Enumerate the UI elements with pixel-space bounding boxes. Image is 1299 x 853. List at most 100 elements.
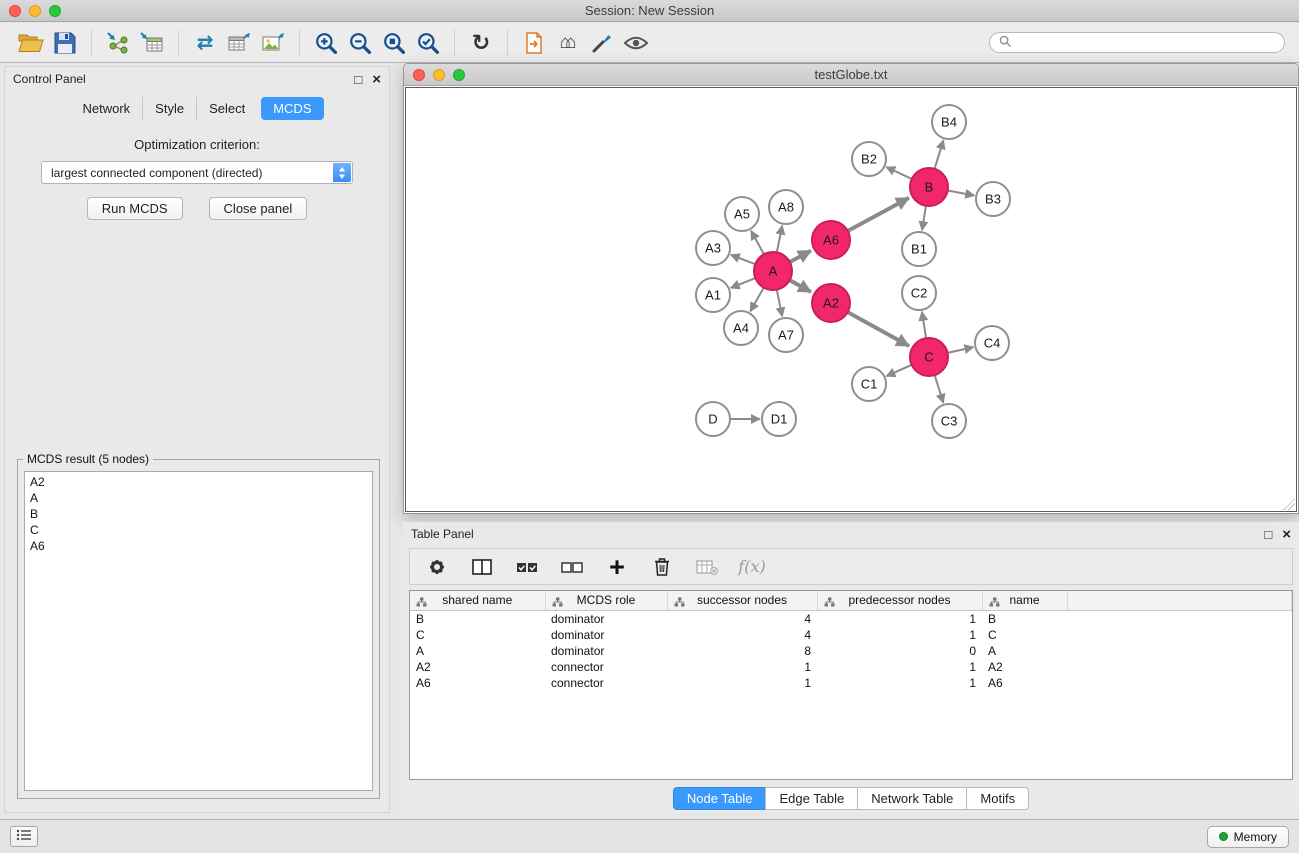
network-edge-A-A6[interactable] [790,251,811,262]
zoom-selected-icon[interactable] [411,27,445,59]
export-table-icon[interactable] [222,27,256,59]
table-row[interactable]: A2connector11A2 [410,659,1292,675]
zoom-window-button[interactable] [49,5,61,17]
network-node-B2[interactable]: B2 [852,142,886,176]
gear-icon[interactable] [424,554,450,580]
network-edge-B-B4[interactable] [935,140,944,169]
tab-edge-table[interactable]: Edge Table [765,787,858,810]
network-node-B4[interactable]: B4 [932,105,966,139]
table-cell[interactable]: B [410,610,545,627]
network-window-titlebar[interactable]: testGlobe.txt [404,64,1298,86]
refresh-icon[interactable]: ↻ [464,27,498,59]
mcds-result-item[interactable]: C [25,522,372,538]
network-edge-C-C3[interactable] [935,375,944,403]
tab-style[interactable]: Style [142,97,196,120]
table-cell[interactable]: 0 [817,643,982,659]
network-edge-C-C4[interactable] [948,347,974,353]
table-cell[interactable]: 1 [817,610,982,627]
table-cell[interactable]: 4 [667,627,817,643]
close-panel-button[interactable]: Close panel [209,197,308,220]
show-columns-icon[interactable] [469,554,495,580]
network-close-button[interactable] [413,69,425,81]
column-header-successor-nodes[interactable]: successor nodes [667,591,817,610]
network-node-A2[interactable]: A2 [812,284,850,322]
memory-button[interactable]: Memory [1207,826,1289,848]
run-mcds-button[interactable]: Run MCDS [87,197,183,220]
node-table-container[interactable]: shared name MCDS role [409,590,1293,780]
network-edge-B-B3[interactable] [948,191,975,196]
network-node-B3[interactable]: B3 [976,182,1010,216]
mcds-result-list[interactable]: A2ABCA6 [24,471,373,791]
table-row[interactable]: Cdominator41C [410,627,1292,643]
network-edge-B-B1[interactable] [922,206,926,230]
table-row[interactable]: A6connector11A6 [410,675,1292,691]
table-cell[interactable]: A6 [982,675,1067,691]
optimization-criterion-select[interactable]: largest connected component (directed) [41,161,353,184]
table-cell[interactable]: A [982,643,1067,659]
network-edge-A-A1[interactable] [731,278,756,288]
network-edge-A-A8[interactable] [777,226,782,253]
network-edge-A2-C[interactable] [848,312,909,346]
table-cell[interactable]: A [410,643,545,659]
trash-icon[interactable] [649,554,675,580]
network-node-A6[interactable]: A6 [812,221,850,259]
delete-column-icon[interactable] [694,554,720,580]
tab-motifs[interactable]: Motifs [966,787,1029,810]
search-field[interactable] [989,32,1285,53]
network-node-C1[interactable]: C1 [852,367,886,401]
network-edge-C-C1[interactable] [886,365,911,376]
table-cell[interactable]: connector [545,659,667,675]
open-session-icon[interactable] [14,27,48,59]
table-cell[interactable]: A6 [410,675,545,691]
table-cell[interactable]: 1 [817,659,982,675]
network-node-D1[interactable]: D1 [762,402,796,436]
search-input[interactable] [1017,35,1275,51]
network-edge-B-B2[interactable] [886,167,912,179]
table-cell[interactable]: 1 [817,627,982,643]
network-edge-A-A3[interactable] [731,255,756,264]
table-cell[interactable]: C [982,627,1067,643]
mcds-result-item[interactable]: A2 [25,474,372,490]
resize-grip[interactable] [1283,498,1295,510]
float-panel-icon[interactable]: □ [354,73,362,86]
close-panel-icon[interactable]: × [372,72,381,87]
import-network-icon[interactable] [101,27,135,59]
network-edge-C-C2[interactable] [922,312,926,338]
mcds-result-item[interactable]: A6 [25,538,372,554]
close-window-button[interactable] [9,5,21,17]
first-neighbors-icon[interactable] [517,27,551,59]
table-cell[interactable]: connector [545,675,667,691]
table-cell[interactable]: A2 [410,659,545,675]
tab-node-table[interactable]: Node Table [673,787,767,810]
network-node-A8[interactable]: A8 [769,190,803,224]
column-header-predecessor-nodes[interactable]: predecessor nodes [817,591,982,610]
table-cell[interactable]: dominator [545,643,667,659]
export-image-icon[interactable] [256,27,290,59]
table-cell[interactable]: dominator [545,610,667,627]
network-minimize-button[interactable] [433,69,445,81]
network-node-A4[interactable]: A4 [724,311,758,345]
zoom-out-icon[interactable] [343,27,377,59]
table-cell[interactable]: dominator [545,627,667,643]
network-node-B1[interactable]: B1 [902,232,936,266]
mcds-result-item[interactable]: A [25,490,372,506]
table-row[interactable]: Bdominator41B [410,610,1292,627]
close-table-panel-icon[interactable]: × [1282,527,1291,542]
network-edge-A-A7[interactable] [777,290,782,317]
table-cell[interactable]: C [410,627,545,643]
network-node-C3[interactable]: C3 [932,404,966,438]
network-node-A7[interactable]: A7 [769,318,803,352]
save-session-icon[interactable] [48,27,82,59]
network-edge-A-A4[interactable] [750,288,763,312]
swap-networks-icon[interactable]: ⇄ [188,27,222,59]
network-edge-A-A2[interactable] [790,280,811,292]
network-node-C[interactable]: C [910,338,948,376]
network-node-A1[interactable]: A1 [696,278,730,312]
minimize-window-button[interactable] [29,5,41,17]
column-header-name[interactable]: name [982,591,1067,610]
table-cell[interactable]: 1 [667,675,817,691]
eye-icon[interactable] [619,27,653,59]
zoom-in-icon[interactable] [309,27,343,59]
deselect-all-icon[interactable] [559,554,585,580]
column-header-mcds-role[interactable]: MCDS role [545,591,667,610]
